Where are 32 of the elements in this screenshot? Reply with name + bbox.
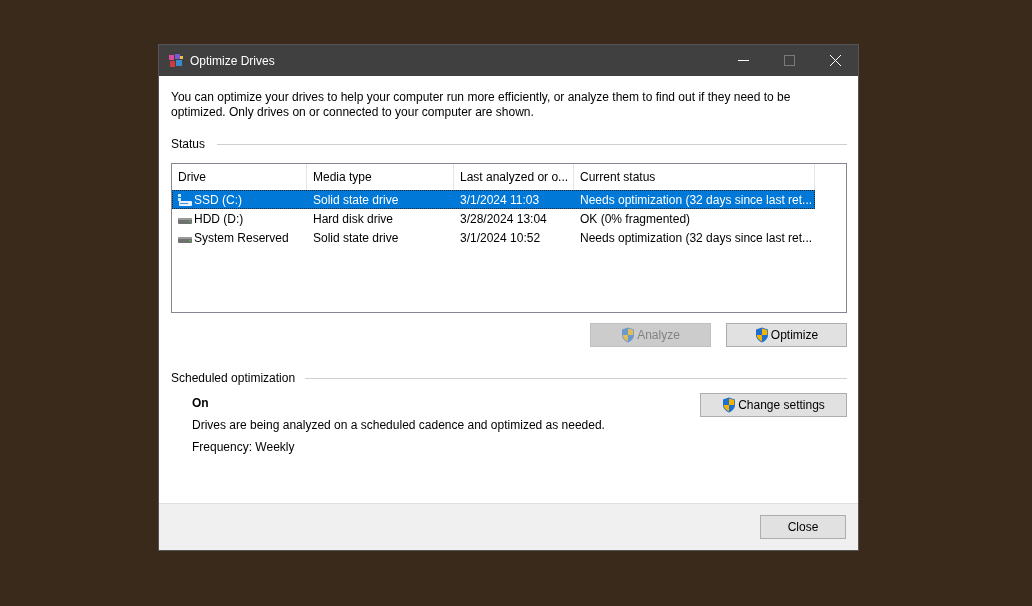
table-cell-text: 3/1/2024 10:52 <box>459 230 542 245</box>
schedule-description: Drives are being analyzed on a scheduled cadence and optimized as needed. <box>192 418 605 432</box>
change-settings-button[interactable]: Change settings <box>700 393 847 417</box>
schedule-state: On <box>192 396 210 410</box>
shield-icon <box>722 397 737 413</box>
drive-row[interactable]: System Reserved Solid state drive 3/1/2024 10:52 Needs optimization (32 days since last ret... <box>172 228 846 247</box>
table-cell-text: Solid state drive <box>312 192 400 207</box>
drive-name: System Reserved <box>194 230 289 245</box>
maximize-icon <box>783 55 795 66</box>
table-cell-text: OK (0% fragmented) <box>579 211 692 226</box>
window-title: Optimize Drives <box>190 53 275 68</box>
drive-row[interactable]: HDD (D:) Hard disk drive 3/28/2024 13:04 OK (0% fragmented) <box>172 209 846 228</box>
close-icon <box>829 55 841 66</box>
shield-icon <box>621 327 636 343</box>
drive-icon <box>178 193 192 206</box>
drive-name: SSD (C:) <box>194 192 242 207</box>
table-cell-text: Hard disk drive <box>312 211 395 226</box>
table-cell-text: Needs optimization (32 days since last ret... <box>579 192 814 207</box>
drive-row[interactable]: SSD (C:) Solid state drive 3/1/2024 11:03 Needs optimization (32 days since last ret... <box>172 190 815 209</box>
section-heading: Status <box>171 137 206 151</box>
intro-text: You can optimize your drives to help your computer run more efficiently, or analyze them to find out if they need to be optimized. Only drives on or connected to your computer are shown. <box>171 90 792 120</box>
app-icon <box>168 52 184 69</box>
drive-name: HDD (D:) <box>194 211 244 226</box>
table-cell-text: Solid state drive <box>312 230 400 245</box>
table-cell-text: 3/28/2024 13:04 <box>459 211 548 226</box>
section-heading: Scheduled optimization <box>171 371 296 385</box>
schedule-frequency: Frequency: Weekly <box>192 440 296 454</box>
shield-icon <box>754 327 769 343</box>
table-cell-text: 3/1/2024 11:03 <box>459 192 541 207</box>
close-button[interactable]: Close <box>760 515 846 539</box>
action-button[interactable]: Optimize <box>726 323 847 347</box>
table-cell-text: Needs optimization (32 days since last ret... <box>579 230 814 245</box>
